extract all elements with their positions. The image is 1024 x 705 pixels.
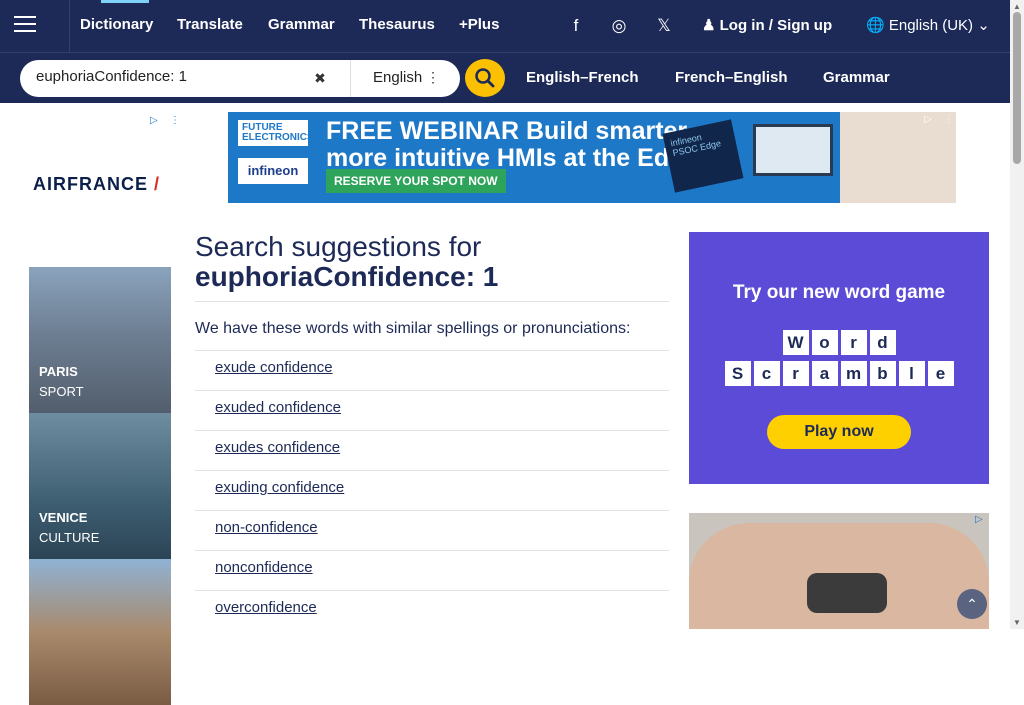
divider [195,470,669,471]
divider [195,390,669,391]
divider [195,510,669,511]
login-separator: / [768,17,773,34]
ad-tile-city: PARIS [39,364,78,379]
ad-menu-icon[interactable]: ⋮ [944,114,954,125]
webinar-banner-ad[interactable]: FUTURE ELECTRONICS infineon FREE WEBINAR… [228,112,956,203]
ad-tile-venice[interactable]: VENICE CULTURE [29,413,171,559]
scroll-up-arrow-icon[interactable]: ▲ [1013,2,1021,11]
letter-tile: e [927,361,954,386]
letter-tile: l [898,361,925,386]
suggestion-link[interactable]: overconfidence [215,599,317,616]
nav-translate[interactable]: Translate [177,16,243,33]
ad-tile-tag: CULTURE [39,530,100,545]
scroll-down-arrow-icon[interactable]: ▼ [1013,618,1021,627]
ad-tile-city: VENICE [39,510,88,525]
infineon-logo: infineon [238,158,308,184]
more-options-icon: ⋮ [426,69,440,85]
letter-tile: r [840,330,867,355]
scrollbar-thumb[interactable] [1013,12,1021,164]
game-ad-headline: Try our new word game [732,282,946,303]
globe-icon: 🌐 [866,17,885,34]
banner-headline: FREE WEBINAR Build smarter, more intuiti… [326,117,699,172]
ad-tile-paris[interactable]: PARIS SPORT [29,267,171,413]
quick-link-english-french[interactable]: English–French [526,69,639,86]
site-language-selector[interactable]: 🌐 English (UK) ⌄ [866,16,990,34]
letter-tile: W [782,330,809,355]
future-electronics-logo: FUTURE ELECTRONICS [238,120,314,146]
login-link[interactable]: Log in [720,17,765,34]
letter-tile: d [869,330,896,355]
page-title: Search suggestions for [195,231,482,262]
chevron-down-icon: ⌄ [977,17,990,34]
word-tiles: Word [689,330,989,355]
suggestion-link[interactable]: exuded confidence [215,399,341,416]
divider [195,350,669,351]
divider [195,430,669,431]
ad-tile-third[interactable] [29,559,171,705]
ad-choices-icon[interactable]: ▷ [975,514,983,525]
nav-dictionary[interactable]: Dictionary [80,16,153,33]
active-tab-indicator [101,0,149,3]
quick-link-grammar[interactable]: Grammar [823,69,890,86]
letter-tile: a [811,361,838,386]
auth-links: ♟ Log in / Sign up [702,16,832,34]
menu-button[interactable] [0,0,70,52]
word-scramble-ad[interactable]: Try our new word game Word Scramble Play… [689,232,989,484]
site-language-label: English (UK) [888,17,974,34]
suggestion-link[interactable]: exuding confidence [215,479,344,496]
reserve-spot-button[interactable]: RESERVE YOUR SPOT NOW [326,169,506,193]
hamburger-icon [14,16,36,34]
search-input[interactable] [36,68,306,85]
airfrance-logo: AIRFRANCE / [33,174,161,194]
instagram-icon[interactable]: ◎ [609,16,629,36]
play-now-button[interactable]: Play now [767,415,911,449]
user-icon: ♟ [702,17,716,34]
display-image [753,124,833,176]
search-button[interactable] [465,59,505,97]
top-navigation-bar: Dictionary Translate Grammar Thesaurus +… [0,0,1010,103]
back-to-top-button[interactable]: ⌃ [957,589,987,619]
divider [195,590,669,591]
scramble-tiles: Scramble [689,361,989,386]
letter-tile: S [724,361,751,386]
nav-plus[interactable]: +Plus [459,16,499,33]
facebook-icon[interactable]: f [566,16,586,36]
letter-tile: b [869,361,896,386]
nav-grammar[interactable]: Grammar [268,16,335,33]
ad-tile-tag: SPORT [39,384,84,399]
person-image [840,112,956,203]
suggestion-link[interactable]: nonconfidence [215,559,313,576]
suggestion-link[interactable]: exudes confidence [215,439,340,456]
suggestion-link[interactable]: exude confidence [215,359,333,376]
search-icon [475,68,495,88]
clear-search-icon[interactable]: ✖ [305,62,335,95]
search-term-heading: euphoriaConfidence: 1 [195,261,499,292]
hearing-device-image [807,573,887,613]
header-divider [0,52,1010,53]
letter-tile: m [840,361,867,386]
divider [195,301,669,302]
ad-choices-icon[interactable]: ▷ [924,114,932,125]
divider [195,550,669,551]
page-scrollbar[interactable]: ▲ ▼ [1010,0,1024,629]
suggestion-link[interactable]: non-confidence [215,519,318,536]
hearing-aid-ad[interactable]: ▷ [689,513,989,629]
dictionary-language-label: English [373,69,423,86]
quick-link-french-english[interactable]: French–English [675,69,788,86]
search-box: ✖ English ⋮ [20,60,460,97]
suggestions-intro: We have these words with similar spellin… [195,320,631,337]
signup-link[interactable]: Sign up [777,17,832,34]
dictionary-language-select[interactable]: English ⋮ [350,60,454,97]
ad-choices-icon[interactable]: ▷ [150,115,158,126]
nav-thesaurus[interactable]: Thesaurus [359,16,435,33]
left-advertisement[interactable]: ▷ ⋮ AIRFRANCE / PARIS SPORT VENICE CULTU… [20,113,180,705]
letter-tile: o [811,330,838,355]
letter-tile: c [753,361,780,386]
ad-menu-icon[interactable]: ⋮ [170,115,180,126]
chip-image: infineon PSOC Edge [662,119,744,193]
letter-tile: r [782,361,809,386]
x-twitter-icon[interactable]: 𝕏 [654,16,674,36]
